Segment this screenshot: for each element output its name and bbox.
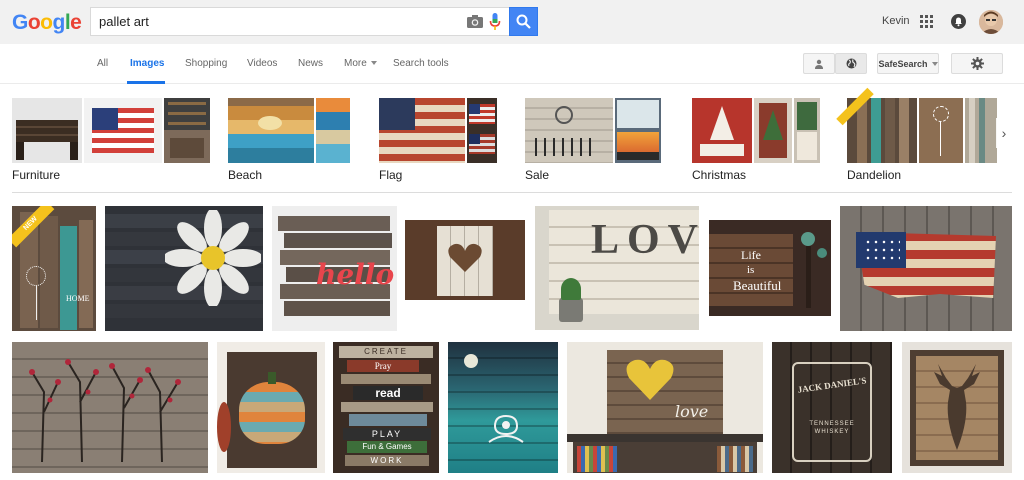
thumbnail: [836, 87, 917, 163]
tab-more[interactable]: More: [344, 58, 377, 69]
overlay-text: HOME: [66, 294, 90, 303]
image-result[interactable]: [217, 342, 325, 473]
image-result[interactable]: love: [567, 342, 763, 473]
avatar[interactable]: [979, 10, 1003, 34]
camera-icon[interactable]: [467, 15, 483, 28]
image-result[interactable]: [405, 220, 525, 300]
thumbnail: [228, 98, 314, 163]
search-button[interactable]: [509, 7, 538, 36]
caret-down-icon: [931, 61, 938, 66]
image-result[interactable]: JACK DANIEL'S TENNESSEE WHISKEY: [772, 342, 892, 473]
caret-down-icon: [370, 61, 377, 66]
safesearch-label: SafeSearch: [878, 58, 928, 69]
related-label: Christmas: [692, 168, 747, 182]
image-result[interactable]: [12, 342, 208, 473]
image-result[interactable]: [448, 342, 558, 473]
search-box: [90, 7, 510, 36]
search-input[interactable]: [99, 8, 459, 35]
thumbnail: [84, 98, 162, 163]
personal-results-button[interactable]: [803, 53, 835, 74]
deer-silhouette: [934, 364, 980, 450]
public-results-button[interactable]: [835, 53, 867, 74]
overlay-text: is: [747, 264, 755, 276]
thumbnail: [615, 98, 661, 163]
image-result[interactable]: hello: [272, 206, 397, 331]
overlay-text: Fun & Games: [347, 441, 427, 453]
settings-button[interactable]: [951, 53, 1003, 74]
thumbnail: [467, 98, 497, 163]
search-icon: [516, 14, 531, 29]
overlay-text: TENNESSEE WHISKEY: [809, 421, 855, 435]
tab-videos[interactable]: Videos: [247, 58, 277, 69]
image-result[interactable]: [105, 206, 263, 331]
thumbnail: [794, 98, 820, 163]
overlay-text: Pray: [347, 360, 419, 372]
overlay-text: PLAY: [343, 428, 431, 440]
thumbnail: [164, 98, 210, 163]
image-result[interactable]: NEW HOME: [12, 206, 96, 331]
overlay-text: LOVE: [591, 217, 699, 263]
daisy-drawing: [165, 210, 261, 306]
tab-all[interactable]: All: [97, 58, 108, 69]
logo-letter: o: [40, 11, 53, 34]
thumbnail: [379, 98, 465, 163]
image-result[interactable]: CREATE Pray read PLAY Fun & Games WORK: [333, 342, 439, 473]
tab-shopping[interactable]: Shopping: [185, 58, 227, 69]
overlay-text: Life: [741, 248, 761, 262]
tab-images[interactable]: Images: [130, 58, 164, 69]
thumbnail: [919, 98, 963, 163]
overlay-text: WORK: [345, 455, 429, 466]
logo-letter: o: [27, 11, 41, 34]
heart-drawing: [626, 359, 674, 400]
image-result[interactable]: [840, 206, 1012, 331]
related-label: Furniture: [12, 168, 61, 182]
top-bar: Google Kevin: [0, 0, 1024, 44]
google-logo[interactable]: Google: [12, 11, 82, 34]
mic-icon[interactable]: [489, 13, 501, 31]
overlay-text: read: [353, 386, 423, 400]
tab-more-label: More: [344, 58, 367, 69]
image-result[interactable]: Life is Beautiful: [709, 220, 831, 316]
logo-letter: e: [70, 11, 82, 34]
safesearch-button[interactable]: SafeSearch: [877, 53, 939, 74]
branches-drawing: [29, 359, 181, 462]
chevron-right-icon[interactable]: ›: [996, 118, 1012, 148]
heart-drawing: [448, 243, 482, 272]
overlay-text: CREATE: [339, 346, 433, 358]
thumbnail: [525, 98, 613, 163]
logo-letter: G: [12, 11, 28, 34]
image-result[interactable]: LOVE: [535, 206, 699, 330]
tab-news[interactable]: News: [298, 58, 323, 69]
logo-letter: g: [52, 11, 66, 34]
apps-icon[interactable]: [920, 15, 933, 28]
related-label: Dandelion: [847, 168, 902, 182]
image-result[interactable]: [902, 342, 1012, 473]
thumbnail: [692, 98, 752, 163]
search-nav: All Images Shopping Videos News More Sea…: [0, 44, 1024, 84]
person-icon: [815, 59, 823, 69]
overlay-text: Beautiful: [733, 278, 782, 293]
ornament-drawing: [488, 414, 524, 443]
notifications-icon[interactable]: [951, 14, 966, 29]
overlay-text: love: [675, 402, 709, 421]
thumbnail: [965, 98, 997, 163]
user-name[interactable]: Kevin: [882, 15, 910, 27]
thumbnail: [316, 98, 350, 163]
thumbnail: [12, 98, 82, 163]
globe-icon: [846, 58, 856, 69]
tab-search-tools[interactable]: Search tools: [393, 58, 449, 69]
related-searches: Furniture Beach Flag Sale Christmas Dand…: [0, 84, 1024, 196]
gear-icon: [970, 57, 984, 70]
divider: [12, 192, 1012, 193]
related-label: Beach: [228, 168, 263, 182]
thumbnail: [754, 98, 792, 163]
overlay-text: hello: [316, 258, 395, 291]
related-label: Sale: [525, 168, 550, 182]
related-label: Flag: [379, 168, 403, 182]
